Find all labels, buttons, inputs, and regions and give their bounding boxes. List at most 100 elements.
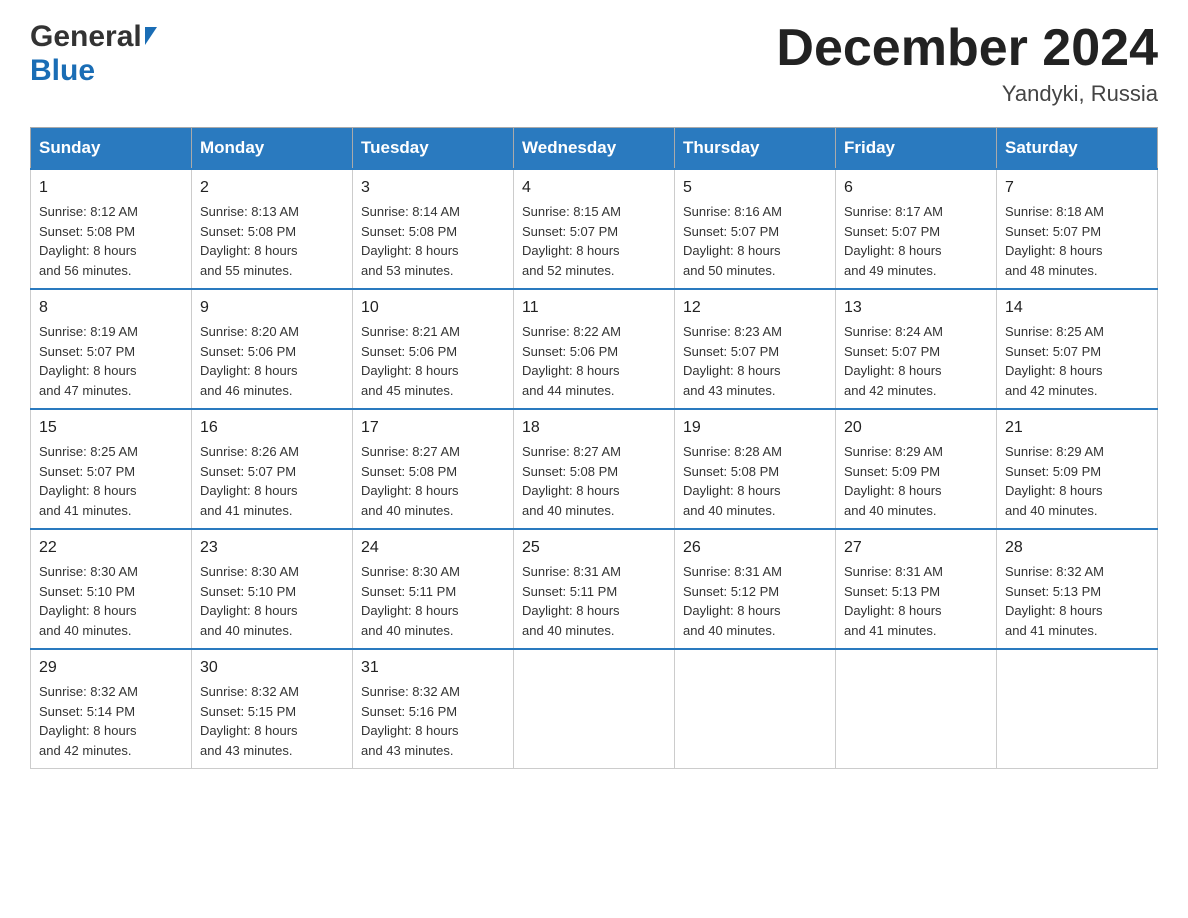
calendar-day-cell: 14 Sunrise: 8:25 AMSunset: 5:07 PMDaylig…: [997, 289, 1158, 409]
day-number: 29: [39, 656, 183, 680]
column-header-sunday: Sunday: [31, 128, 192, 170]
month-title: December 2024: [776, 20, 1158, 77]
day-number: 1: [39, 176, 183, 200]
day-info: Sunrise: 8:15 AMSunset: 5:07 PMDaylight:…: [522, 204, 621, 278]
calendar-day-cell: 1 Sunrise: 8:12 AMSunset: 5:08 PMDayligh…: [31, 169, 192, 289]
logo-blue-text: Blue: [30, 54, 95, 88]
day-number: 21: [1005, 416, 1149, 440]
column-header-saturday: Saturday: [997, 128, 1158, 170]
calendar-day-cell: 20 Sunrise: 8:29 AMSunset: 5:09 PMDaylig…: [836, 409, 997, 529]
calendar-week-row: 29 Sunrise: 8:32 AMSunset: 5:14 PMDaylig…: [31, 649, 1158, 769]
calendar-empty-cell: [675, 649, 836, 769]
day-number: 6: [844, 176, 988, 200]
calendar-empty-cell: [997, 649, 1158, 769]
calendar-day-cell: 19 Sunrise: 8:28 AMSunset: 5:08 PMDaylig…: [675, 409, 836, 529]
day-number: 2: [200, 176, 344, 200]
logo: General Blue: [30, 20, 157, 88]
day-info: Sunrise: 8:14 AMSunset: 5:08 PMDaylight:…: [361, 204, 460, 278]
calendar-day-cell: 16 Sunrise: 8:26 AMSunset: 5:07 PMDaylig…: [192, 409, 353, 529]
day-number: 27: [844, 536, 988, 560]
day-number: 23: [200, 536, 344, 560]
day-info: Sunrise: 8:22 AMSunset: 5:06 PMDaylight:…: [522, 324, 621, 398]
day-number: 24: [361, 536, 505, 560]
day-number: 17: [361, 416, 505, 440]
calendar-day-cell: 12 Sunrise: 8:23 AMSunset: 5:07 PMDaylig…: [675, 289, 836, 409]
calendar-day-cell: 18 Sunrise: 8:27 AMSunset: 5:08 PMDaylig…: [514, 409, 675, 529]
calendar-week-row: 1 Sunrise: 8:12 AMSunset: 5:08 PMDayligh…: [31, 169, 1158, 289]
day-number: 15: [39, 416, 183, 440]
day-number: 22: [39, 536, 183, 560]
calendar-day-cell: 21 Sunrise: 8:29 AMSunset: 5:09 PMDaylig…: [997, 409, 1158, 529]
calendar-day-cell: 31 Sunrise: 8:32 AMSunset: 5:16 PMDaylig…: [353, 649, 514, 769]
title-block: December 2024 Yandyki, Russia: [776, 20, 1158, 107]
calendar-week-row: 8 Sunrise: 8:19 AMSunset: 5:07 PMDayligh…: [31, 289, 1158, 409]
column-header-monday: Monday: [192, 128, 353, 170]
day-number: 20: [844, 416, 988, 440]
calendar-empty-cell: [836, 649, 997, 769]
day-info: Sunrise: 8:31 AMSunset: 5:13 PMDaylight:…: [844, 564, 943, 638]
calendar-day-cell: 8 Sunrise: 8:19 AMSunset: 5:07 PMDayligh…: [31, 289, 192, 409]
day-info: Sunrise: 8:12 AMSunset: 5:08 PMDaylight:…: [39, 204, 138, 278]
calendar-day-cell: 4 Sunrise: 8:15 AMSunset: 5:07 PMDayligh…: [514, 169, 675, 289]
calendar-day-cell: 7 Sunrise: 8:18 AMSunset: 5:07 PMDayligh…: [997, 169, 1158, 289]
day-info: Sunrise: 8:27 AMSunset: 5:08 PMDaylight:…: [522, 444, 621, 518]
calendar-day-cell: 28 Sunrise: 8:32 AMSunset: 5:13 PMDaylig…: [997, 529, 1158, 649]
column-header-thursday: Thursday: [675, 128, 836, 170]
day-info: Sunrise: 8:30 AMSunset: 5:10 PMDaylight:…: [200, 564, 299, 638]
calendar-day-cell: 2 Sunrise: 8:13 AMSunset: 5:08 PMDayligh…: [192, 169, 353, 289]
day-number: 12: [683, 296, 827, 320]
calendar-week-row: 22 Sunrise: 8:30 AMSunset: 5:10 PMDaylig…: [31, 529, 1158, 649]
day-info: Sunrise: 8:30 AMSunset: 5:11 PMDaylight:…: [361, 564, 460, 638]
calendar-day-cell: 15 Sunrise: 8:25 AMSunset: 5:07 PMDaylig…: [31, 409, 192, 529]
calendar-day-cell: 22 Sunrise: 8:30 AMSunset: 5:10 PMDaylig…: [31, 529, 192, 649]
day-info: Sunrise: 8:25 AMSunset: 5:07 PMDaylight:…: [39, 444, 138, 518]
calendar-day-cell: 24 Sunrise: 8:30 AMSunset: 5:11 PMDaylig…: [353, 529, 514, 649]
day-number: 3: [361, 176, 505, 200]
calendar-day-cell: 9 Sunrise: 8:20 AMSunset: 5:06 PMDayligh…: [192, 289, 353, 409]
column-header-tuesday: Tuesday: [353, 128, 514, 170]
calendar-day-cell: 5 Sunrise: 8:16 AMSunset: 5:07 PMDayligh…: [675, 169, 836, 289]
day-info: Sunrise: 8:27 AMSunset: 5:08 PMDaylight:…: [361, 444, 460, 518]
calendar-day-cell: 3 Sunrise: 8:14 AMSunset: 5:08 PMDayligh…: [353, 169, 514, 289]
day-info: Sunrise: 8:18 AMSunset: 5:07 PMDaylight:…: [1005, 204, 1104, 278]
calendar-day-cell: 29 Sunrise: 8:32 AMSunset: 5:14 PMDaylig…: [31, 649, 192, 769]
calendar-day-cell: 17 Sunrise: 8:27 AMSunset: 5:08 PMDaylig…: [353, 409, 514, 529]
logo-general-text: General: [30, 20, 142, 54]
day-info: Sunrise: 8:30 AMSunset: 5:10 PMDaylight:…: [39, 564, 138, 638]
calendar-header-row: SundayMondayTuesdayWednesdayThursdayFrid…: [31, 128, 1158, 170]
day-info: Sunrise: 8:31 AMSunset: 5:11 PMDaylight:…: [522, 564, 621, 638]
day-number: 8: [39, 296, 183, 320]
day-info: Sunrise: 8:32 AMSunset: 5:16 PMDaylight:…: [361, 684, 460, 758]
day-info: Sunrise: 8:31 AMSunset: 5:12 PMDaylight:…: [683, 564, 782, 638]
day-info: Sunrise: 8:32 AMSunset: 5:14 PMDaylight:…: [39, 684, 138, 758]
day-info: Sunrise: 8:23 AMSunset: 5:07 PMDaylight:…: [683, 324, 782, 398]
calendar-day-cell: 23 Sunrise: 8:30 AMSunset: 5:10 PMDaylig…: [192, 529, 353, 649]
day-number: 16: [200, 416, 344, 440]
day-info: Sunrise: 8:25 AMSunset: 5:07 PMDaylight:…: [1005, 324, 1104, 398]
calendar-day-cell: 30 Sunrise: 8:32 AMSunset: 5:15 PMDaylig…: [192, 649, 353, 769]
day-number: 14: [1005, 296, 1149, 320]
day-number: 5: [683, 176, 827, 200]
day-number: 4: [522, 176, 666, 200]
day-info: Sunrise: 8:28 AMSunset: 5:08 PMDaylight:…: [683, 444, 782, 518]
column-header-wednesday: Wednesday: [514, 128, 675, 170]
day-number: 13: [844, 296, 988, 320]
day-number: 9: [200, 296, 344, 320]
day-info: Sunrise: 8:21 AMSunset: 5:06 PMDaylight:…: [361, 324, 460, 398]
day-number: 26: [683, 536, 827, 560]
day-info: Sunrise: 8:13 AMSunset: 5:08 PMDaylight:…: [200, 204, 299, 278]
calendar-day-cell: 26 Sunrise: 8:31 AMSunset: 5:12 PMDaylig…: [675, 529, 836, 649]
calendar-week-row: 15 Sunrise: 8:25 AMSunset: 5:07 PMDaylig…: [31, 409, 1158, 529]
day-number: 30: [200, 656, 344, 680]
day-number: 25: [522, 536, 666, 560]
calendar-day-cell: 6 Sunrise: 8:17 AMSunset: 5:07 PMDayligh…: [836, 169, 997, 289]
day-info: Sunrise: 8:19 AMSunset: 5:07 PMDaylight:…: [39, 324, 138, 398]
logo-arrow-icon: [145, 27, 157, 45]
day-number: 10: [361, 296, 505, 320]
calendar-day-cell: 25 Sunrise: 8:31 AMSunset: 5:11 PMDaylig…: [514, 529, 675, 649]
calendar-day-cell: 13 Sunrise: 8:24 AMSunset: 5:07 PMDaylig…: [836, 289, 997, 409]
day-info: Sunrise: 8:24 AMSunset: 5:07 PMDaylight:…: [844, 324, 943, 398]
day-number: 19: [683, 416, 827, 440]
location-text: Yandyki, Russia: [776, 81, 1158, 107]
day-info: Sunrise: 8:16 AMSunset: 5:07 PMDaylight:…: [683, 204, 782, 278]
